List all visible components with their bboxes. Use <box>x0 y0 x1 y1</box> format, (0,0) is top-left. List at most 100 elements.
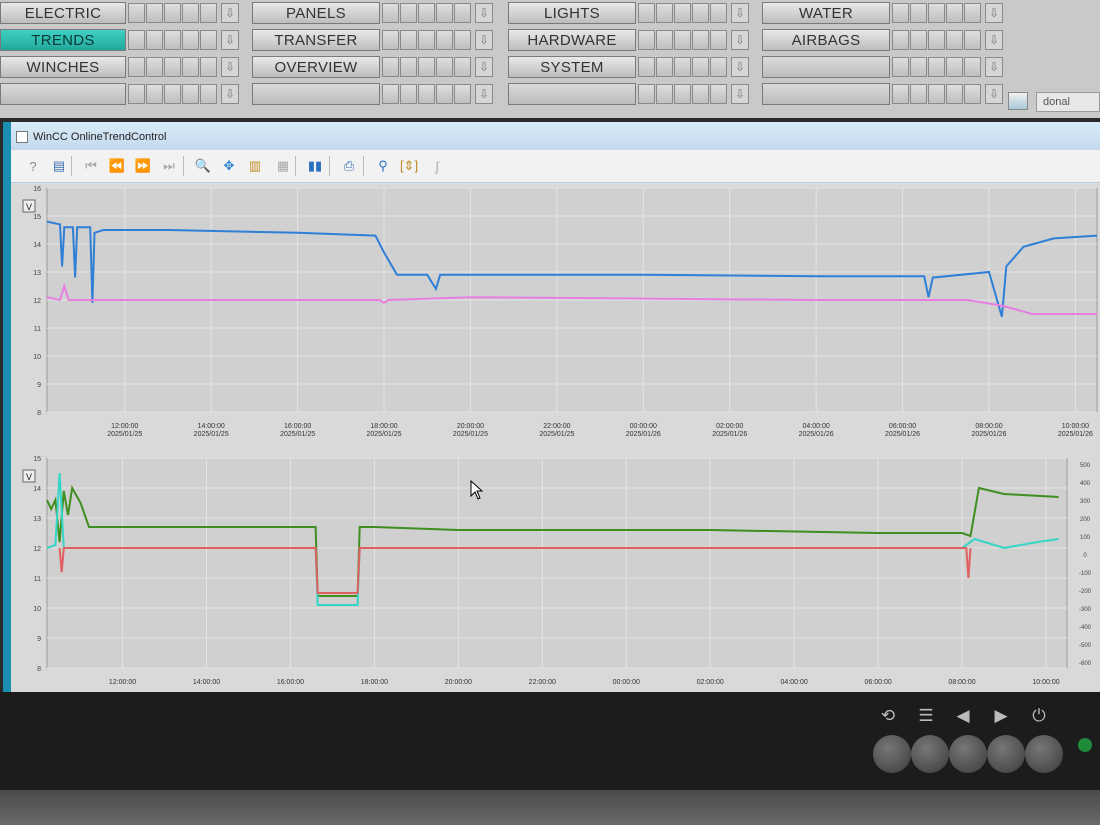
status-slot <box>436 57 453 77</box>
mouse-cursor-icon <box>470 480 484 500</box>
down-arrow-icon[interactable]: ⇩ <box>475 57 493 77</box>
down-arrow-icon[interactable]: ⇩ <box>475 30 493 50</box>
zoom-icon[interactable]: 🔍 <box>193 156 213 176</box>
original-view-icon[interactable]: ▦ <box>273 156 293 176</box>
status-slot <box>436 30 453 50</box>
down-arrow-icon[interactable]: ⇩ <box>221 84 239 104</box>
help-icon[interactable]: ? <box>23 156 43 176</box>
y-tick-label: 13 <box>33 270 41 277</box>
status-slot <box>674 84 691 104</box>
status-slot <box>964 3 981 23</box>
monitor-power-button[interactable] <box>1025 735 1063 773</box>
x-tick-date: 2025/01/26 <box>971 431 1006 438</box>
down-arrow-icon[interactable]: ⇩ <box>985 57 1003 77</box>
down-arrow-icon[interactable]: ⇩ <box>221 57 239 77</box>
x-tick-time: 06:00:00 <box>889 423 916 430</box>
print-icon[interactable]: ⎙ <box>339 156 359 176</box>
down-arrow-icon[interactable]: ⇩ <box>475 3 493 23</box>
next-icon[interactable]: ⏩ <box>133 156 153 176</box>
first-icon[interactable]: ⏮ <box>81 156 101 176</box>
x-tick-time: 08:00:00 <box>975 423 1002 430</box>
status-slots <box>892 84 982 104</box>
user-field: donal <box>1036 92 1100 112</box>
monitor-auto-button[interactable] <box>873 735 911 773</box>
nav-button-trends[interactable]: TRENDS <box>0 29 126 51</box>
x-tick-date: 2025/01/26 <box>626 431 661 438</box>
last-icon[interactable]: ⏭ <box>159 156 179 176</box>
x-tick-time: 02:00:00 <box>697 679 724 686</box>
screen-icon[interactable] <box>1008 92 1028 110</box>
nav-button-lights[interactable]: LIGHTS <box>508 2 636 24</box>
nav-button-empty[interactable] <box>762 83 890 105</box>
x-tick-date: 2025/01/25 <box>453 431 488 438</box>
select-range-icon[interactable]: [⇕] <box>399 156 419 176</box>
status-slot <box>964 30 981 50</box>
monitor-left-button[interactable] <box>949 735 987 773</box>
status-slot <box>164 30 181 50</box>
trend-chart-lower[interactable]: V 15 14 13 12 11 10 9 8 500 400 300 200 100 0 -100 -200 -… <box>11 454 1100 692</box>
nav-button-water[interactable]: WATER <box>762 2 890 24</box>
status-slot <box>382 3 399 23</box>
nav-button-empty[interactable] <box>0 83 126 105</box>
nav-button-winches[interactable]: WINCHES <box>0 56 126 78</box>
config-icon[interactable]: ▤ <box>49 156 69 176</box>
down-arrow-icon[interactable]: ⇩ <box>221 3 239 23</box>
nav-button-system[interactable]: SYSTEM <box>508 56 636 78</box>
nav-button-empty[interactable] <box>252 83 380 105</box>
x-tick-date: 2025/01/26 <box>799 431 834 438</box>
status-slot <box>692 57 709 77</box>
ruler-icon[interactable]: ⚲ <box>373 156 393 176</box>
nav-button-electric[interactable]: ELECTRIC <box>0 2 126 24</box>
nav-button-overview[interactable]: OVERVIEW <box>252 56 380 78</box>
monitor-menu-button[interactable] <box>911 735 949 773</box>
status-slot <box>638 57 655 77</box>
trend-chart-upper[interactable]: V161514131211109812:00:002025/01/2514:00… <box>11 184 1100 454</box>
nav-row: ⇩ <box>762 55 1003 79</box>
trend-pane-upper: V 16 15 14 13 12 11 10 9 8 12:00:00 2025/01/25 14:00… <box>11 184 1100 454</box>
x-tick-date: 2025/01/26 <box>1058 431 1093 438</box>
status-slot <box>454 3 471 23</box>
status-slot <box>454 84 471 104</box>
status-slot <box>638 3 655 23</box>
y-tick-label: 11 <box>34 576 41 583</box>
nav-button-hardware[interactable]: HARDWARE <box>508 29 636 51</box>
x-tick-time: 20:00:00 <box>445 679 472 686</box>
status-slots <box>382 57 472 77</box>
move-icon[interactable]: ✥ <box>219 156 239 176</box>
nav-row: ⇩ <box>252 82 493 106</box>
status-slot <box>146 3 163 23</box>
prev-icon[interactable]: ⏪ <box>107 156 127 176</box>
down-arrow-icon[interactable]: ⇩ <box>731 3 749 23</box>
x-tick-time: 10:00:00 <box>1032 679 1059 686</box>
nav-button-airbags[interactable]: AIRBAGS <box>762 29 890 51</box>
nav-button-empty[interactable] <box>762 56 890 78</box>
nav-button-panels[interactable]: PANELS <box>252 2 380 24</box>
x-tick-time: 22:00:00 <box>529 679 556 686</box>
scale-icon[interactable]: ▥ <box>245 156 265 176</box>
x-tick-date: 2025/01/26 <box>885 431 920 438</box>
power-icon: ⏻ <box>1032 706 1046 725</box>
statistics-icon[interactable]: ∫ <box>427 156 447 176</box>
down-arrow-icon[interactable]: ⇩ <box>731 57 749 77</box>
x-tick-time: 14:00:00 <box>193 679 220 686</box>
status-slot <box>146 84 163 104</box>
nav-button-empty[interactable] <box>508 83 636 105</box>
down-arrow-icon[interactable]: ⇩ <box>475 84 493 104</box>
status-slot <box>418 84 435 104</box>
down-arrow-icon[interactable]: ⇩ <box>221 30 239 50</box>
status-slots <box>892 30 982 50</box>
down-arrow-icon[interactable]: ⇩ <box>731 84 749 104</box>
down-arrow-icon[interactable]: ⇩ <box>731 30 749 50</box>
down-arrow-icon[interactable]: ⇩ <box>985 3 1003 23</box>
status-slots <box>638 57 728 77</box>
down-arrow-icon[interactable]: ⇩ <box>985 84 1003 104</box>
trend-pane-lower: V 15 14 13 12 11 10 9 8 500 400 300 200 100 0 -100 -200 -… <box>11 454 1100 692</box>
monitor-right-button[interactable] <box>987 735 1025 773</box>
stop-icon[interactable]: ▮▮ <box>305 156 325 176</box>
menu-icon: ☰ <box>918 706 934 725</box>
status-slot <box>436 84 453 104</box>
nav-button-transfer[interactable]: TRANSFER <box>252 29 380 51</box>
down-arrow-icon[interactable]: ⇩ <box>985 30 1003 50</box>
right-y-tick-label: -500 <box>1079 643 1092 649</box>
status-slot <box>382 57 399 77</box>
